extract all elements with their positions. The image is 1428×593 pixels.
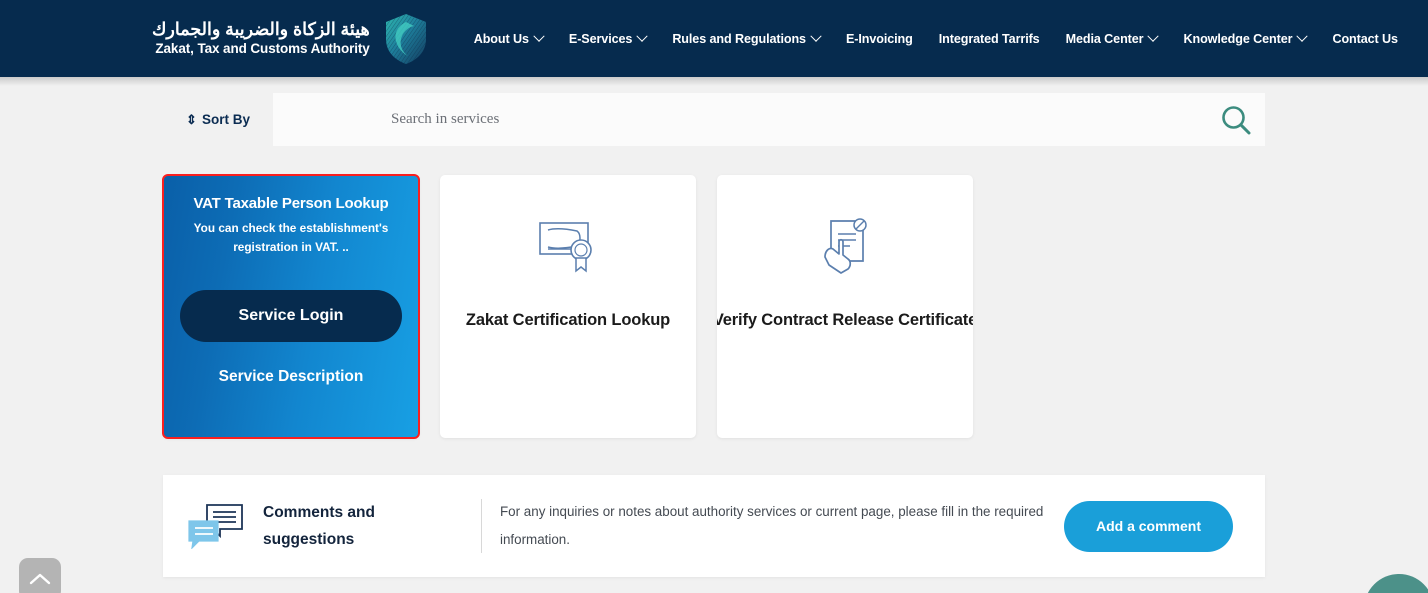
comments-heading-group: Comments and suggestions (187, 499, 481, 553)
nav-label: E-Services (568, 31, 633, 46)
comments-panel: Comments and suggestions For any inquiri… (163, 475, 1265, 577)
shield-icon (385, 13, 426, 64)
service-card-title: VAT Taxable Person Lookup (193, 195, 389, 212)
document-hand-icon (824, 218, 867, 274)
content-container: ⇕ Sort By VAT Taxable Person Lookup You … (162, 93, 1265, 577)
site-header: هيئة الزكاة والضريبة والجمارك Zakat, Tax… (0, 0, 1428, 77)
brand-logo[interactable]: هيئة الزكاة والضريبة والجمارك Zakat, Tax… (152, 13, 428, 65)
nav-item-about-us[interactable]: About Us (461, 24, 556, 54)
chevron-down-icon (1147, 30, 1160, 42)
header-shadow (0, 77, 1428, 86)
service-card-title: Zakat Certification Lookup (465, 311, 671, 329)
nav-item-integrated-tarrifs[interactable]: Integrated Tarrifs (926, 24, 1053, 54)
service-card-vat-taxable-person-lookup[interactable]: VAT Taxable Person Lookup You can check … (162, 174, 420, 439)
nav-item-e-invoicing[interactable]: E-Invoicing (833, 24, 926, 54)
nav-label: About Us (473, 31, 529, 46)
nav-label: E-Invoicing (845, 31, 913, 46)
chevron-down-icon (810, 30, 822, 42)
search-button[interactable] (1207, 103, 1265, 137)
brand-name-english: Zakat, Tax and Customs Authority (155, 41, 370, 56)
nav-item-contact-us[interactable]: Contact Us (1319, 24, 1410, 54)
comments-body-text: For any inquiries or notes about authori… (500, 503, 1044, 547)
certificate-seal-icon (539, 222, 592, 273)
service-card-zakat-certification-lookup[interactable]: Zakat Certification Lookup (440, 175, 696, 438)
nav-label: Contact Us (1332, 31, 1398, 46)
chat-widget-button[interactable] (1364, 574, 1428, 593)
nav-label: Rules and Regulations (672, 31, 806, 46)
chevron-down-icon (636, 30, 648, 42)
nav-item-rules-and-regulations[interactable]: Rules and Regulations (659, 24, 833, 54)
nav-label: Knowledge Center (1183, 31, 1293, 46)
scroll-to-top-button[interactable] (19, 558, 61, 593)
nav-label: Integrated Tarrifs (938, 31, 1040, 46)
chevron-up-icon (29, 573, 51, 585)
chevron-down-icon (1296, 30, 1309, 42)
search-input[interactable] (273, 111, 1207, 128)
search-icon (1222, 105, 1251, 134)
service-card-verify-contract-release-certificate[interactable]: Verify Contract Release Certificate (717, 175, 973, 438)
nav-item-e-services[interactable]: E-Services (556, 24, 659, 54)
sort-updown-icon: ⇕ (186, 112, 197, 127)
card-icon-wrap (817, 211, 873, 283)
card-icon-wrap (537, 211, 599, 283)
nav-item-knowledge-center[interactable]: Knowledge Center (1170, 24, 1319, 54)
brand-text: هيئة الزكاة والضريبة والجمارك Zakat, Tax… (152, 19, 384, 58)
service-description-link[interactable]: Service Description (177, 368, 405, 386)
sort-by-button[interactable]: ⇕ Sort By (163, 93, 273, 146)
nav-label: Media Center (1065, 31, 1144, 46)
nav-item-media-center[interactable]: Media Center (1053, 24, 1171, 54)
search-box (273, 93, 1265, 146)
brand-name-arabic: هيئة الزكاة والضريبة والجمارك (152, 19, 370, 40)
page-body: ⇕ Sort By VAT Taxable Person Lookup You … (0, 77, 1428, 593)
services-toolbar: ⇕ Sort By (163, 93, 1265, 146)
speech-bubbles-icon (188, 504, 243, 549)
add-comment-button[interactable]: Add a comment (1064, 500, 1233, 552)
service-login-button[interactable]: Service Login (180, 289, 402, 342)
sort-by-label: Sort By (201, 112, 250, 127)
comments-divider (481, 499, 482, 553)
service-card-description: You can check the establishment's regist… (193, 221, 389, 254)
chevron-down-icon (533, 30, 545, 42)
main-navigation: About Us E-Services Rules and Regulation… (461, 24, 1411, 54)
services-grid: VAT Taxable Person Lookup You can check … (162, 174, 1265, 439)
comments-title: Comments and suggestions (263, 503, 375, 548)
service-card-title: Verify Contract Release Certificate (717, 311, 973, 329)
